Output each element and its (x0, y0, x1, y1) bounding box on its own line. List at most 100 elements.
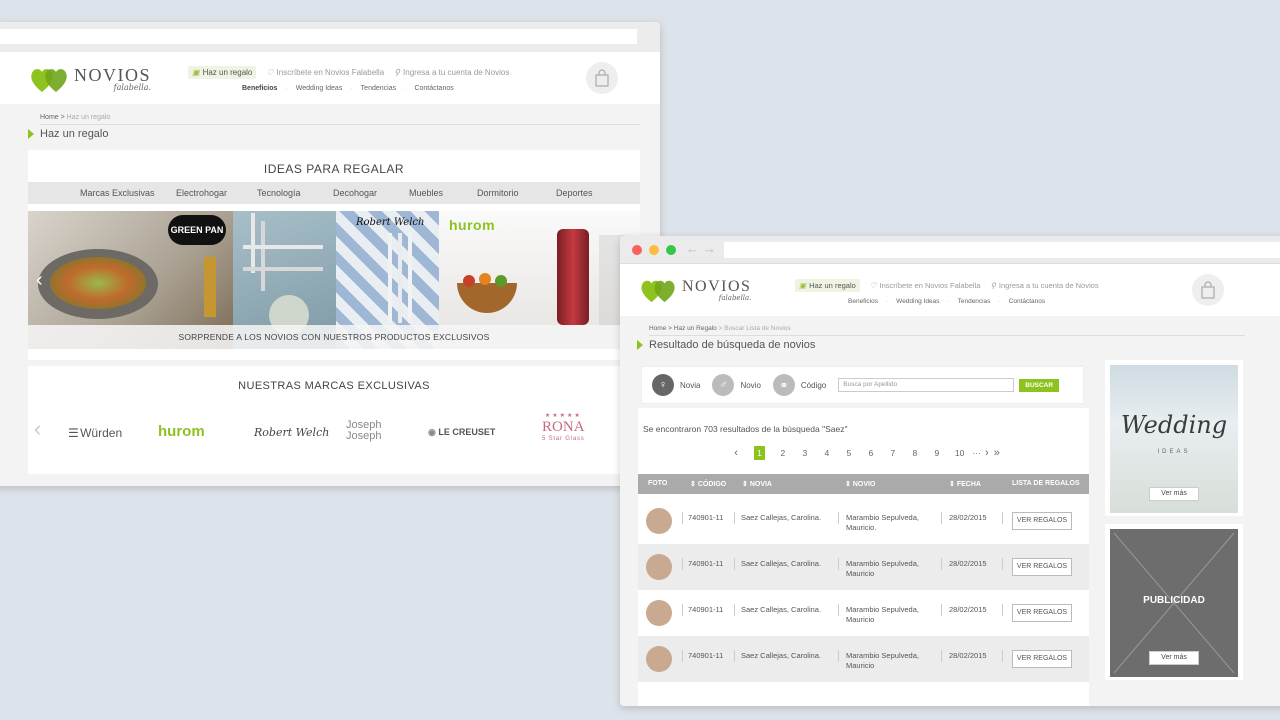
col-codigo[interactable]: ⇕ CÓDIGO (690, 480, 726, 488)
tab-dormitorio[interactable]: Dormitorio (477, 188, 519, 198)
nav-tendencias[interactable]: Tendencias (361, 85, 396, 92)
page-5[interactable]: 5 (845, 448, 853, 458)
breadcrumb: Home > Haz un regalo (40, 114, 111, 121)
search-option-codigo[interactable]: ⚭ Código (772, 374, 826, 396)
search-option-novia[interactable]: ♀ Novia (652, 374, 700, 396)
ver-regalos-button[interactable]: VER REGALOS (1012, 512, 1072, 530)
publicidad-ad[interactable]: PUBLICIDAD Ver más (1105, 524, 1243, 680)
brand-joseph-joseph[interactable]: Joseph Joseph (346, 420, 406, 442)
nav-contactanos[interactable]: Contáctanos (1009, 298, 1046, 305)
page-7[interactable]: 7 (889, 448, 897, 458)
nav-contactanos[interactable]: Contáctanos (414, 85, 453, 92)
divider (40, 124, 640, 125)
breadcrumb-home[interactable]: Home (649, 325, 666, 332)
cell-novio-line2: Mauricio (846, 661, 875, 670)
breadcrumb-home[interactable]: Home (40, 114, 59, 121)
double-chevron-right-icon[interactable]: » (993, 447, 1001, 459)
page-3[interactable]: 3 (801, 448, 809, 458)
ver-mas-button[interactable]: Ver más (1149, 651, 1199, 665)
maximize-dot[interactable] (666, 245, 676, 255)
page-6[interactable]: 6 (867, 448, 875, 458)
nav-beneficios[interactable]: Beneficios (242, 85, 277, 92)
user-icon: ⚲ (394, 68, 401, 77)
col-fecha[interactable]: ⇕ FECHA (949, 480, 981, 488)
gift-link[interactable]: ▣ Haz un regalo (795, 279, 860, 292)
brand-wurden[interactable]: ☰ Würden (68, 426, 122, 440)
page-ellipsis: ··· (972, 448, 981, 458)
search-option-novio[interactable]: ♂ Novio (712, 374, 761, 396)
nav-wedding-ideas[interactable]: Wedding Ideas (896, 298, 939, 305)
cart-button[interactable] (1192, 274, 1224, 306)
couple-avatar (646, 554, 672, 580)
tab-electrohogar[interactable]: Electrohogar (176, 188, 227, 198)
ver-mas-button[interactable]: Ver más (1149, 487, 1199, 501)
brand-rona[interactable]: ★★★★★ RONA 5 Star Glass (542, 412, 585, 442)
forward-arrow-icon[interactable]: → (703, 241, 716, 256)
banner-caption: SORPRENDE A LOS NOVIOS CON NUESTROS PROD… (28, 325, 640, 349)
wedding-ideas-ad[interactable]: Wedding IDEAS Ver más (1105, 360, 1243, 516)
nav-wedding-ideas[interactable]: Wedding Ideas (296, 85, 343, 92)
cell-novio-line1: Marambio Sepulveda, (846, 559, 919, 568)
page-1[interactable]: 1 (754, 446, 765, 460)
page-9[interactable]: 9 (933, 448, 941, 458)
couple-avatar (646, 646, 672, 672)
chevron-left-icon[interactable]: ‹ (34, 416, 41, 442)
back-arrow-icon[interactable]: ← (686, 241, 699, 256)
results-panel: Se encontraron 703 resultados de la búsq… (638, 408, 1089, 706)
shopping-bag-icon (1201, 281, 1215, 299)
close-dot[interactable] (632, 245, 642, 255)
results-count: Se encontraron 703 resultados de la búsq… (643, 424, 848, 434)
nav-tendencias[interactable]: Tendencias (958, 298, 991, 305)
heart-icon: ♡ (869, 281, 877, 290)
cell-novio-line1: Marambio Sepulveda, (846, 605, 919, 614)
sort-icon: ⇕ (845, 481, 853, 488)
brand-robert-welch[interactable]: Robert Welch (254, 426, 329, 439)
page-title: Resultado de búsqueda de novios (637, 339, 815, 351)
signup-link[interactable]: ♡ Inscríbete en Novios Falabella (870, 281, 981, 290)
tab-marcas-exclusivas[interactable]: Marcas Exclusivas (80, 188, 155, 198)
ver-regalos-button[interactable]: VER REGALOS (1012, 650, 1072, 668)
login-link[interactable]: ⚲ Ingresa a tu cuenta de Novios (990, 281, 1098, 290)
search-button[interactable]: BUSCAR (1019, 378, 1060, 392)
browser-window-front: ← → NOVIOS falabella. ▣ Haz un regalo ♡ In… (620, 236, 1280, 706)
chevron-left-icon[interactable]: ‹ (36, 269, 43, 292)
novios-logo[interactable]: NOVIOS falabella. (30, 64, 151, 94)
page-8[interactable]: 8 (911, 448, 919, 458)
breadcrumb-current: Buscar Lista de Novios (724, 325, 791, 332)
table-row: 740901-11 Saez Callejas, Carolina. Marambi… (638, 498, 1089, 544)
ver-regalos-button[interactable]: VER REGALOS (1012, 558, 1072, 576)
hero-banner[interactable]: GREEN PAN Robert Welch hurom ‹ SORPRENDE… (28, 211, 640, 349)
cart-button[interactable] (586, 62, 618, 94)
col-novia[interactable]: ⇕ NOVIA (742, 480, 772, 488)
chevron-left-icon[interactable]: ‹ (732, 447, 740, 459)
brand-hurom[interactable]: hurom (158, 423, 205, 440)
breadcrumb-regalo[interactable]: Haz un Regalo (674, 325, 717, 332)
page-2[interactable]: 2 (779, 448, 787, 458)
brand-le-creuset[interactable]: ◉ LE CREUSET (428, 427, 495, 438)
tab-decohogar[interactable]: Decohogar (333, 188, 377, 198)
page-4[interactable]: 4 (823, 448, 831, 458)
chevron-right-icon[interactable]: › (983, 447, 991, 459)
tab-tecnologia[interactable]: Tecnología (257, 188, 301, 198)
cell-codigo: 740901-11 (688, 513, 724, 522)
minimize-dot[interactable] (649, 245, 659, 255)
signup-link[interactable]: ♡ Inscríbete en Novios Falabella (266, 68, 384, 77)
novios-logo[interactable]: NOVIOS falabella. (640, 276, 751, 304)
login-link[interactable]: ⚲ Ingresa a tu cuenta de Novios (394, 68, 509, 77)
col-novio[interactable]: ⇕ NOVIO (845, 480, 875, 488)
ver-regalos-button[interactable]: VER REGALOS (1012, 604, 1072, 622)
nav-beneficios[interactable]: Beneficios (848, 298, 878, 305)
address-bar[interactable] (0, 29, 637, 44)
search-input[interactable]: Busca por Apellido (838, 378, 1015, 392)
tab-muebles[interactable]: Muebles (409, 188, 443, 198)
cell-fecha: 28/02/2015 (949, 559, 987, 568)
sub-nav: Beneficios · Wedding Ideas · Tendencias · C… (242, 85, 454, 92)
divider (649, 335, 1245, 336)
rings-icon: ⚭ (772, 374, 795, 396)
page-10[interactable]: 10 (955, 448, 964, 458)
gift-link[interactable]: ▣ Haz un regalo (188, 66, 257, 79)
tab-deportes[interactable]: Deportes (556, 188, 593, 198)
address-bar[interactable] (724, 242, 1280, 258)
browser-chrome (0, 22, 660, 52)
banner-brand-greenpan: GREEN PAN (168, 215, 226, 245)
